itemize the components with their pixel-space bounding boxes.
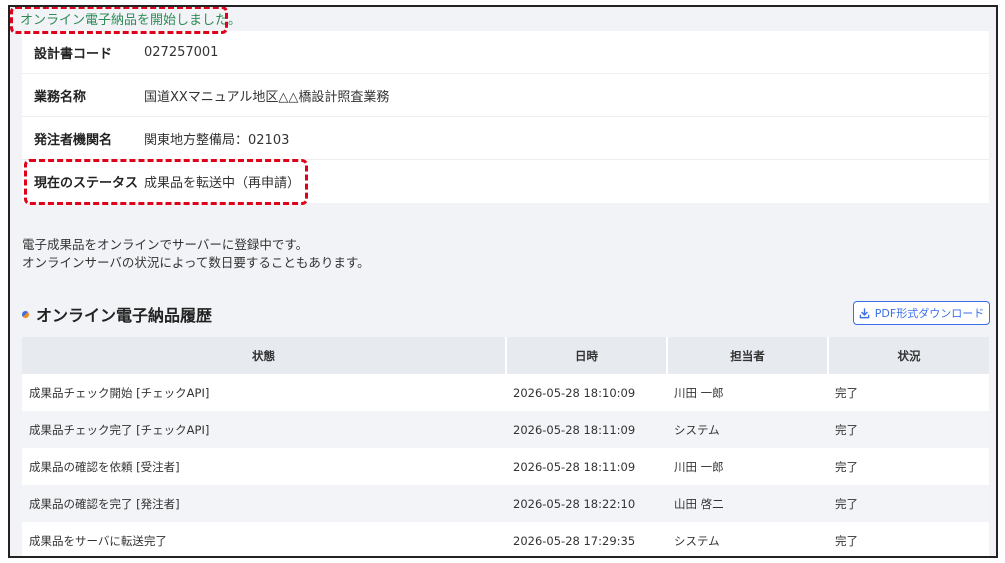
table-row: 成果品チェック開始 [チェックAPI] 2026-05-28 18:10:09 …	[22, 374, 989, 411]
cell-status: 成果品の確認を依頼 [受注者]	[22, 448, 506, 485]
section-title: オンライン電子納品履歴	[36, 306, 213, 325]
column-header-person: 担当者	[667, 337, 829, 374]
table-row: 成果品の確認を依頼 [受注者] 2026-05-28 18:11:09 川田 一…	[22, 448, 989, 485]
info-label: 発注者機関名	[34, 132, 113, 148]
cell-datetime: 2026-05-28 18:10:09	[506, 374, 667, 411]
description-line: 電子成果品をオンラインでサーバーに登録中です。	[22, 237, 309, 252]
description-line: オンラインサーバの状況によって数日要することもあります。	[22, 255, 370, 270]
cell-person: システム	[667, 411, 828, 448]
table-row: 成果品をサーバに転送完了 2026-05-28 17:29:35 システム 完了	[22, 522, 989, 556]
cell-status: 成果品チェック完了 [チェックAPI]	[22, 411, 506, 448]
cell-datetime: 2026-05-28 18:22:10	[506, 485, 667, 522]
info-card: 設計書コード 027257001 業務名称 国道XXマニュアル地区△△橋設計照査…	[22, 31, 989, 203]
cell-person: 川田 一郎	[667, 374, 828, 411]
info-value: 関東地方整備局：02103	[144, 132, 290, 148]
info-value: 国道XXマニュアル地区△△橋設計照査業務	[144, 89, 390, 105]
cell-person: 山田 啓二	[667, 485, 828, 522]
cell-state: 完了	[828, 522, 989, 556]
cell-state: 完了	[828, 448, 989, 485]
info-value: 027257001	[144, 44, 219, 60]
cell-state: 完了	[828, 374, 989, 411]
section-header: オンライン電子納品履歴	[22, 303, 212, 325]
info-label: 業務名称	[34, 89, 87, 105]
cell-datetime: 2026-05-28 18:11:09	[506, 448, 667, 485]
info-row-client-org: 発注者機関名 関東地方整備局：02103	[22, 117, 989, 160]
info-row-design-code: 設計書コード 027257001	[22, 31, 989, 74]
status-value: 成果品を転送中（再申請）	[144, 176, 301, 191]
cell-state: 完了	[828, 485, 989, 522]
main-frame: オンライン電子納品を開始しました。 設計書コード 027257001 業務名称 …	[8, 5, 998, 558]
cell-datetime: 2026-05-28 17:29:35	[506, 522, 667, 556]
column-header-status: 状態	[22, 337, 507, 374]
info-row-project-name: 業務名称 国道XXマニュアル地区△△橋設計照査業務	[22, 74, 989, 117]
column-header-state: 状況	[828, 337, 989, 374]
info-label: 現在のステータス	[34, 176, 139, 191]
description: 電子成果品をオンラインでサーバーに登録中です。 オンラインサーバの状況によって数…	[22, 236, 370, 272]
cell-datetime: 2026-05-28 18:11:09	[506, 411, 667, 448]
notice-message: オンライン電子納品を開始しました。	[20, 13, 242, 28]
cell-person: 川田 一郎	[667, 448, 828, 485]
info-row-current-status: 現在のステータス 成果品を転送中（再申請）	[22, 160, 989, 203]
history-table: 状態 日時 担当者 状況 成果品チェック開始 [チェックAPI] 2026-05…	[22, 337, 989, 556]
cell-status: 成果品をサーバに転送完了	[22, 522, 506, 556]
table-row: 成果品の確認を完了 [発注者] 2026-05-28 18:22:10 山田 啓…	[22, 485, 989, 522]
cell-status: 成果品チェック開始 [チェックAPI]	[22, 374, 506, 411]
table-row: 成果品チェック完了 [チェックAPI] 2026-05-28 18:11:09 …	[22, 411, 989, 448]
table-header-row: 状態 日時 担当者 状況	[22, 337, 989, 374]
column-header-datetime: 日時	[506, 337, 668, 374]
pdf-download-button[interactable]: PDF形式ダウンロード	[853, 301, 990, 325]
bullet-dot-icon	[22, 310, 29, 318]
info-label: 設計書コード	[34, 46, 113, 62]
download-icon	[859, 307, 870, 318]
cell-state: 完了	[828, 411, 989, 448]
cell-status: 成果品の確認を完了 [発注者]	[22, 485, 506, 522]
pdf-download-label: PDF形式ダウンロード	[874, 307, 985, 320]
cell-person: システム	[667, 522, 828, 556]
